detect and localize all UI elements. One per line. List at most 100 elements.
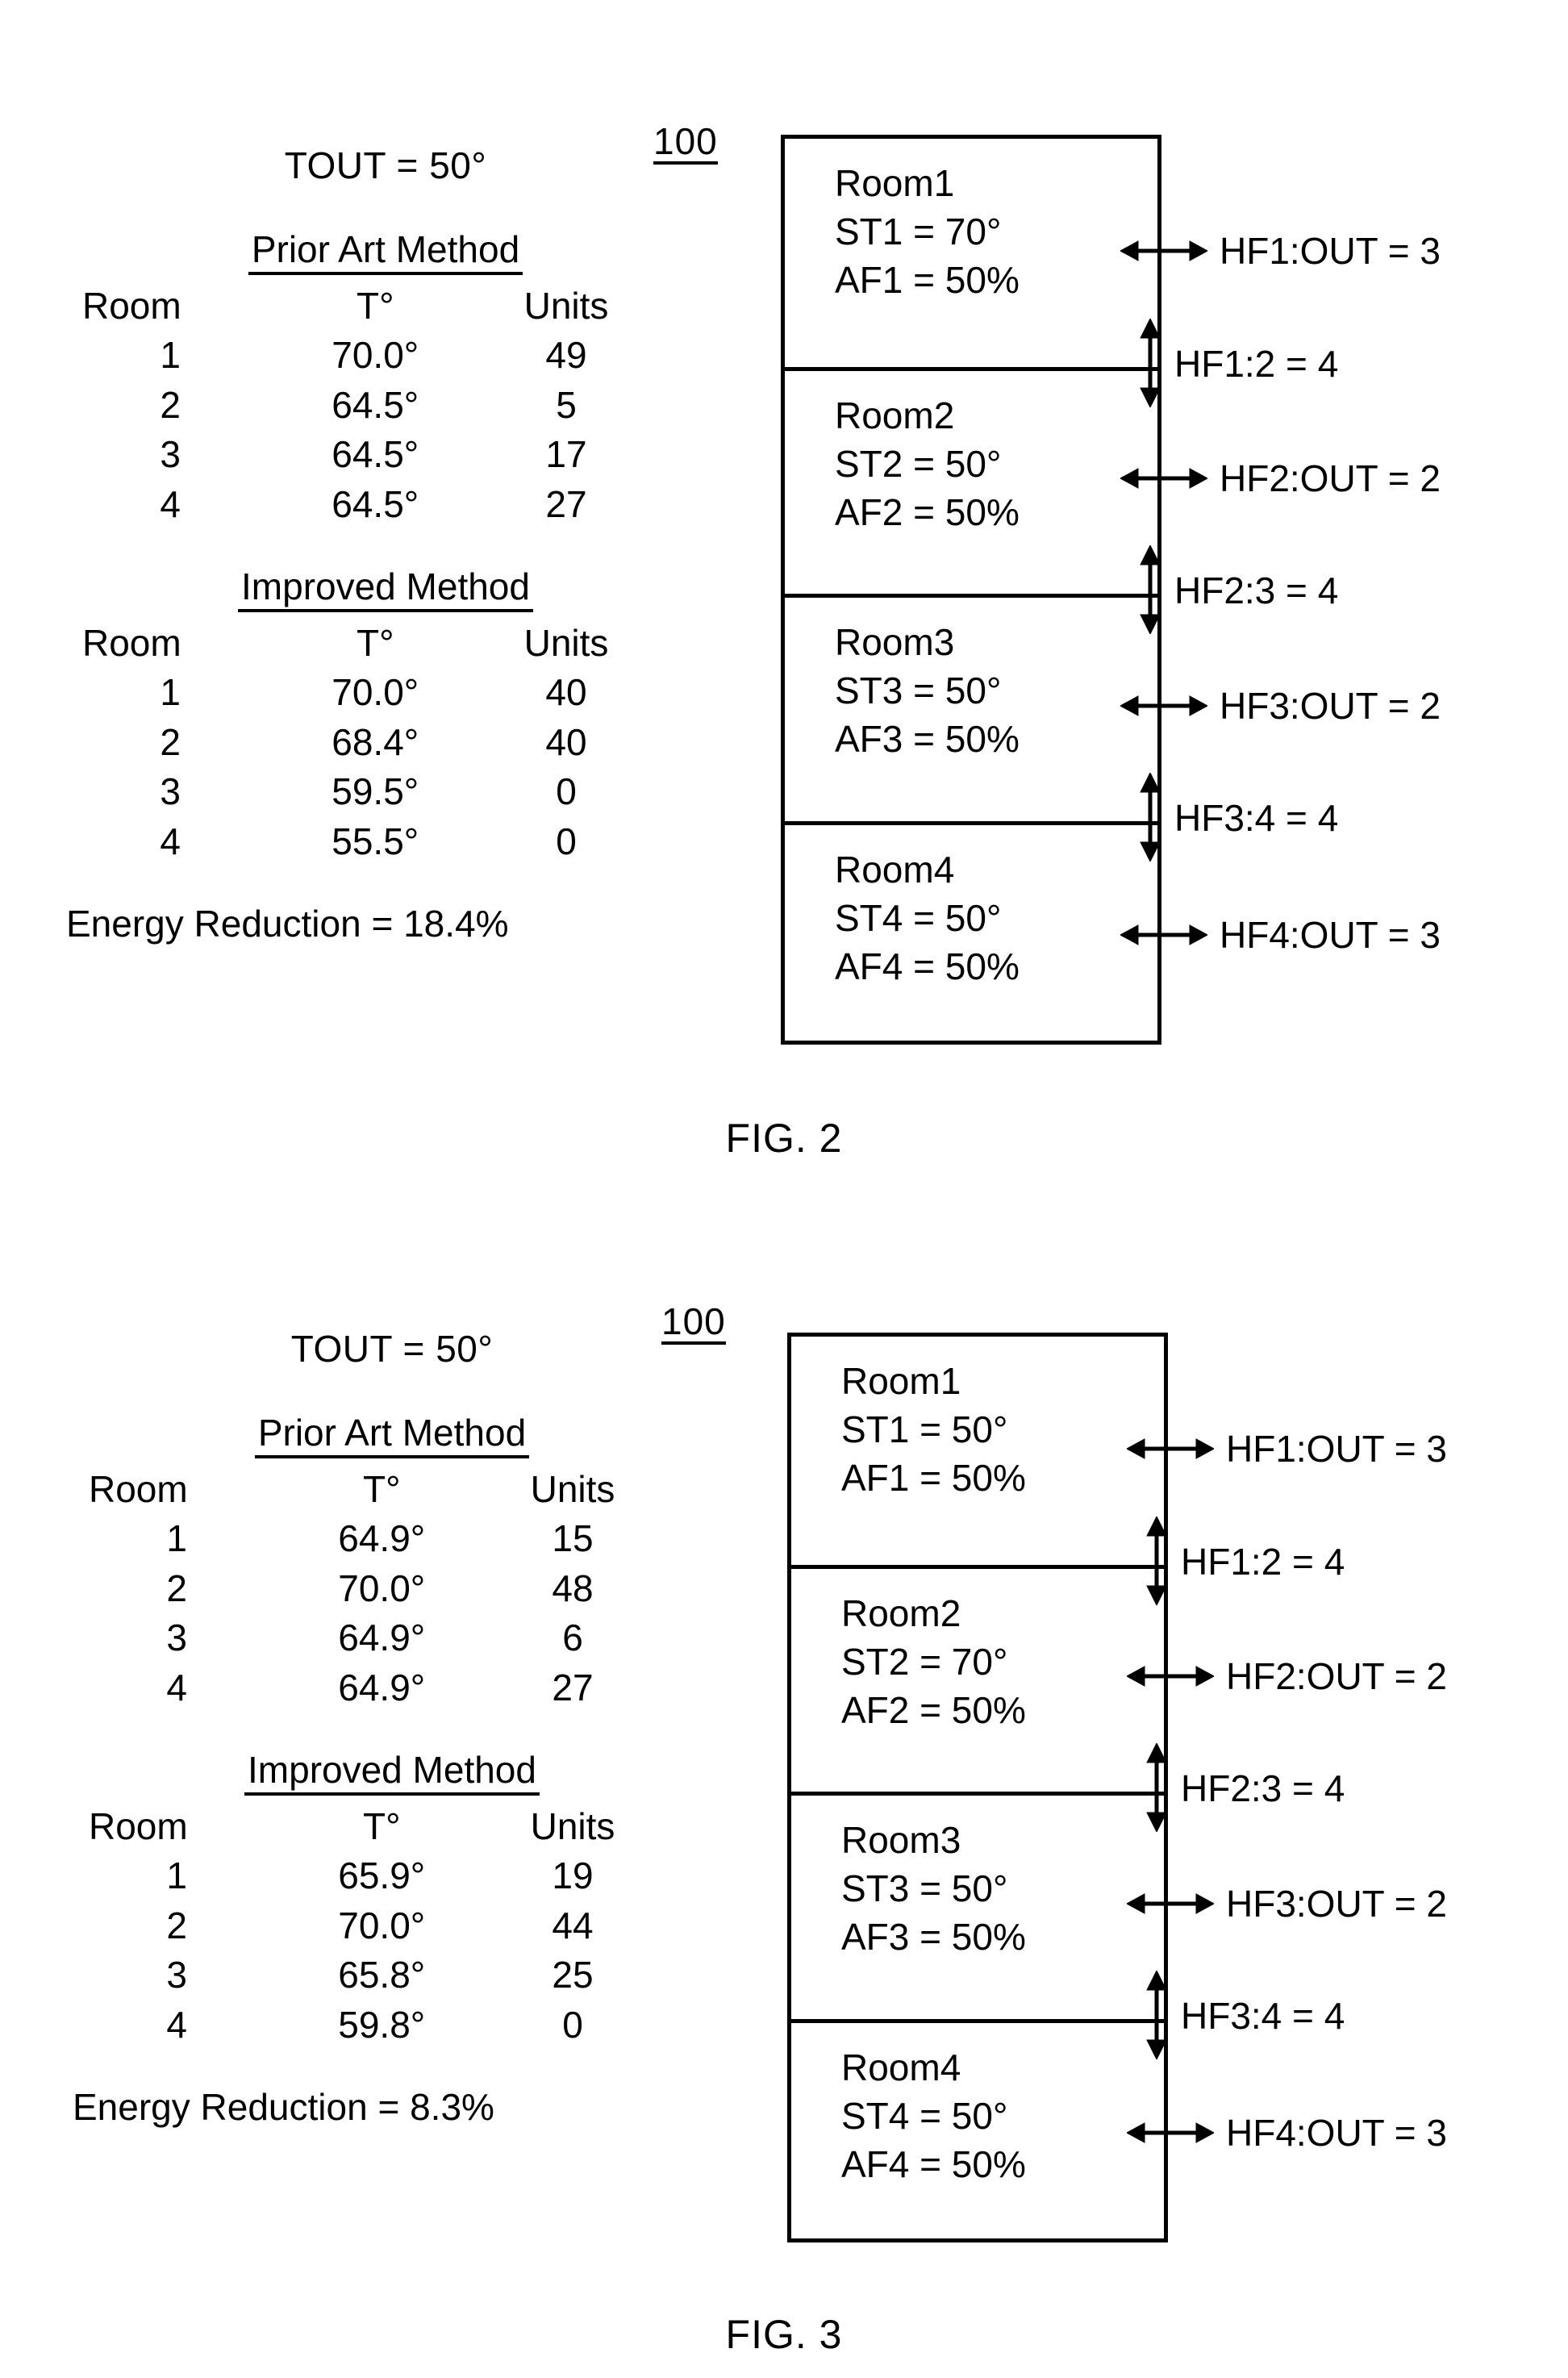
cell-units: 15 bbox=[552, 1517, 594, 1560]
cell-units: 27 bbox=[552, 1666, 594, 1708]
room-3-text: Room3 ST3 = 50° AF3 = 50% bbox=[841, 1817, 1026, 1961]
room-3-setpoint: ST3 = 50° bbox=[841, 1867, 1008, 1909]
table-row: 2 70.0° 44 bbox=[69, 1901, 666, 1951]
table-row: 2 64.5° 5 bbox=[63, 381, 660, 431]
cell-room: 2 bbox=[166, 1567, 188, 1609]
heat-flow-out-label-3: HF3:OUT = 2 bbox=[1226, 1883, 1447, 1925]
room-2-airflow: AF2 = 50% bbox=[835, 490, 1020, 533]
cell-temperature: 64.5° bbox=[332, 383, 419, 426]
cell-units: 48 bbox=[552, 1567, 594, 1609]
room-2-setpoint: ST2 = 50° bbox=[835, 442, 1002, 485]
cell-units: 19 bbox=[552, 1854, 594, 1897]
table-row: 3 64.5° 17 bbox=[63, 430, 660, 480]
cell-temperature: 59.5° bbox=[332, 770, 419, 813]
heat-flow-out-label-2: HF2:OUT = 2 bbox=[1226, 1655, 1447, 1697]
room-4-setpoint: ST4 = 50° bbox=[841, 2094, 1008, 2137]
heat-flow-pair-arrow-1-2-icon bbox=[1129, 319, 1171, 407]
figure-3: 100 TOUT = 50° Prior Art Method Room T° … bbox=[0, 1198, 1568, 2378]
room-block-3: Room3 ST3 = 50° AF3 = 50% bbox=[785, 594, 1157, 821]
cell-room: 4 bbox=[160, 482, 181, 525]
room-3-setpoint: ST3 = 50° bbox=[835, 669, 1002, 711]
heat-flow-pair-arrow-1-2-icon bbox=[1136, 1516, 1178, 1605]
figure-3-caption: FIG. 3 bbox=[725, 2312, 843, 2357]
building-diagram: Room1 ST1 = 50° AF1 = 50% Room2 ST2 = 70… bbox=[787, 1333, 1168, 2242]
improved-method-title: Improved Method bbox=[238, 566, 533, 612]
room-4-airflow: AF4 = 50% bbox=[841, 2142, 1026, 2185]
heat-flow-pair-label-3-4: HF3:4 = 4 bbox=[1174, 797, 1339, 839]
cell-room: 2 bbox=[166, 1904, 188, 1946]
room-1-airflow: AF1 = 50% bbox=[841, 1456, 1026, 1499]
cell-temperature: 55.5° bbox=[332, 820, 419, 862]
cell-room: 4 bbox=[166, 2003, 188, 2046]
table-row: 3 59.5° 0 bbox=[63, 767, 660, 817]
column-header-room: Room bbox=[82, 621, 181, 664]
room-block-3: Room3 ST3 = 50° AF3 = 50% bbox=[791, 1792, 1164, 2019]
room-3-name: Room3 bbox=[841, 1819, 961, 1861]
room-block-2: Room2 ST2 = 50° AF2 = 50% bbox=[785, 367, 1157, 594]
cell-temperature: 65.8° bbox=[338, 1954, 426, 1996]
heat-flow-out-label-1: HF1:OUT = 3 bbox=[1226, 1428, 1447, 1470]
table-spacer bbox=[63, 529, 708, 566]
heat-flow-out-arrow-3-icon bbox=[1120, 687, 1207, 724]
cell-room: 3 bbox=[166, 1617, 188, 1659]
energy-reduction-label: Energy Reduction = 18.4% bbox=[66, 903, 509, 945]
heat-flow-pair-arrow-2-3-icon bbox=[1136, 1743, 1178, 1832]
room-3-name: Room3 bbox=[835, 621, 955, 663]
cell-units: 25 bbox=[552, 1954, 594, 1996]
cell-room: 4 bbox=[166, 1666, 188, 1708]
cell-temperature: 59.8° bbox=[338, 2003, 426, 2046]
cell-units: 6 bbox=[562, 1617, 583, 1659]
cell-room: 1 bbox=[166, 1854, 188, 1897]
cell-units: 5 bbox=[556, 383, 577, 426]
table-row: 2 68.4° 40 bbox=[63, 718, 660, 768]
improved-method-table: Room T° Units 1 70.0° 40 2 68.4° 40 3 59… bbox=[63, 619, 660, 867]
heat-flow-out-arrow-2-icon bbox=[1120, 460, 1207, 497]
cell-temperature: 64.9° bbox=[338, 1617, 426, 1659]
column-header-units: Units bbox=[523, 621, 609, 664]
room-2-text: Room2 ST2 = 70° AF2 = 50% bbox=[841, 1590, 1026, 1734]
room-2-airflow: AF2 = 50% bbox=[841, 1688, 1026, 1731]
room-1-airflow: AF1 = 50% bbox=[835, 258, 1020, 301]
heat-flow-out-arrow-4-icon bbox=[1127, 2114, 1214, 2151]
cell-temperature: 70.0° bbox=[332, 671, 419, 714]
table-header-row: Room T° Units bbox=[69, 1802, 666, 1852]
room-block-1: Room1 ST1 = 50° AF1 = 50% bbox=[791, 1337, 1164, 1565]
cell-room: 3 bbox=[166, 1954, 188, 1996]
column-header-temperature: T° bbox=[362, 1804, 401, 1847]
cell-temperature: 64.5° bbox=[332, 433, 419, 476]
cell-temperature: 64.9° bbox=[338, 1517, 426, 1560]
heat-flow-out-label-3: HF3:OUT = 2 bbox=[1220, 685, 1441, 727]
room-block-4: Room4 ST4 = 50° AF4 = 50% bbox=[791, 2019, 1164, 2247]
table-header-row: Room T° Units bbox=[63, 619, 660, 669]
figure-2-data-panel: TOUT = 50° Prior Art Method Room T° Unit… bbox=[63, 144, 708, 945]
table-spacer bbox=[69, 1713, 715, 1750]
room-4-name: Room4 bbox=[841, 2046, 961, 2088]
room-4-name: Room4 bbox=[835, 849, 955, 891]
room-2-setpoint: ST2 = 70° bbox=[841, 1640, 1008, 1683]
cell-temperature: 68.4° bbox=[332, 720, 419, 763]
column-header-temperature: T° bbox=[356, 621, 394, 664]
figure-2-caption: FIG. 2 bbox=[725, 1116, 843, 1161]
column-header-room: Room bbox=[82, 284, 181, 327]
column-header-units: Units bbox=[530, 1467, 615, 1510]
room-2-text: Room2 ST2 = 50° AF2 = 50% bbox=[835, 392, 1020, 536]
prior-art-method-table: Room T° Units 1 70.0° 49 2 64.5° 5 3 64.… bbox=[63, 282, 660, 530]
cell-units: 44 bbox=[552, 1904, 594, 1946]
cell-room: 2 bbox=[160, 383, 181, 426]
room-1-text: Room1 ST1 = 70° AF1 = 50% bbox=[835, 160, 1020, 304]
room-3-airflow: AF3 = 50% bbox=[841, 1915, 1026, 1958]
table-row: 4 64.5° 27 bbox=[63, 480, 660, 530]
room-1-setpoint: ST1 = 70° bbox=[835, 210, 1002, 252]
heat-flow-pair-arrow-3-4-icon bbox=[1136, 1971, 1178, 2059]
heat-flow-pair-label-1-2: HF1:2 = 4 bbox=[1174, 343, 1339, 385]
cell-temperature: 64.9° bbox=[338, 1666, 426, 1708]
cell-units: 0 bbox=[556, 820, 577, 862]
heat-flow-out-label-2: HF2:OUT = 2 bbox=[1220, 457, 1441, 499]
cell-units: 17 bbox=[545, 433, 587, 476]
table-row: 1 64.9° 15 bbox=[69, 1514, 666, 1564]
cell-units: 27 bbox=[545, 482, 587, 525]
cell-temperature: 64.5° bbox=[332, 482, 419, 525]
heat-flow-pair-label-2-3: HF2:3 = 4 bbox=[1174, 569, 1339, 611]
room-3-text: Room3 ST3 = 50° AF3 = 50% bbox=[835, 619, 1020, 763]
room-block-1: Room1 ST1 = 70° AF1 = 50% bbox=[785, 139, 1157, 367]
